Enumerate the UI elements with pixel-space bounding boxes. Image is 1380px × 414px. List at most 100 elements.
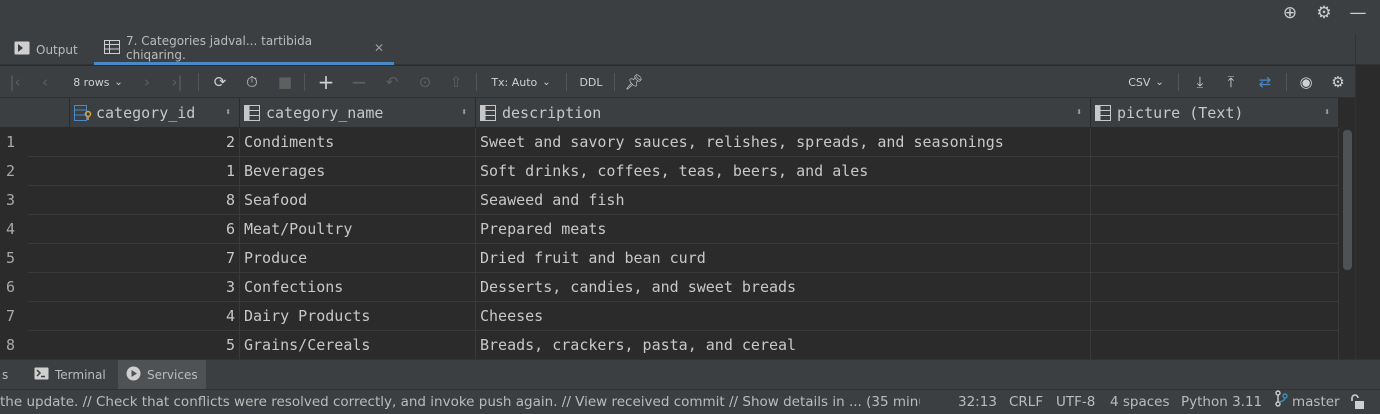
separator (614, 73, 615, 91)
cell-picture[interactable] (1091, 331, 1339, 359)
sort-icon[interactable]: ⬍ (1324, 107, 1330, 118)
gear-icon[interactable]: ⚙ (1327, 66, 1349, 98)
tool-tab-terminal[interactable]: Terminal (26, 360, 114, 390)
transaction-mode-dropdown[interactable]: Tx: Auto ⌄ (486, 66, 556, 98)
tab-label: Output (36, 42, 78, 57)
preview-changes-icon[interactable]: ⊙ (413, 66, 437, 98)
column-header-category-id[interactable]: category_id ⬍ (70, 98, 240, 128)
cell-category-id[interactable]: 4 (28, 302, 240, 331)
download-icon[interactable]: ⤓ (1189, 66, 1211, 98)
cell-picture[interactable] (1091, 244, 1339, 273)
cell-category-name[interactable]: Beverages (240, 157, 476, 186)
tab-label: 7. Categories jadval... tartibida chiqar… (126, 34, 313, 62)
view-icon[interactable]: ◉ (1295, 66, 1317, 98)
cell-picture[interactable] (1091, 302, 1339, 331)
cell-picture[interactable] (1091, 215, 1339, 244)
git-branch-widget[interactable]: master (1274, 389, 1340, 414)
ddl-button[interactable]: DDL (574, 66, 608, 98)
indent-setting[interactable]: 4 spaces (1110, 390, 1170, 414)
status-message[interactable]: the update. // Check that conflicts were… (0, 390, 920, 414)
row-number[interactable]: 5 (0, 244, 28, 273)
row-number[interactable]: 1 (0, 128, 28, 157)
row-number[interactable]: 2 (0, 157, 28, 186)
sort-icon[interactable]: ⬍ (461, 107, 467, 118)
close-icon[interactable]: ✕ (374, 41, 384, 55)
column-header-description[interactable]: description ⬍ (476, 98, 1091, 128)
table-icon (104, 39, 120, 57)
remove-row-icon[interactable]: − (348, 66, 370, 98)
separator (476, 73, 477, 91)
cell-category-id[interactable]: 6 (28, 215, 240, 244)
python-interpreter[interactable]: Python 3.11 (1181, 390, 1262, 414)
crosshair-icon[interactable]: ⊕ (1280, 3, 1300, 23)
scrollbar-thumb[interactable] (1343, 130, 1352, 270)
cell-category-name[interactable]: Meat/Poultry (240, 215, 476, 244)
file-encoding[interactable]: UTF-8 (1056, 390, 1095, 414)
revert-icon[interactable]: ↶ (381, 66, 403, 98)
cell-category-name[interactable]: Confections (240, 273, 476, 302)
cell-category-name[interactable]: Grains/Cereals (240, 331, 476, 359)
column-header-category-name[interactable]: category_name ⬍ (240, 98, 476, 128)
cell-description[interactable]: Prepared meats (476, 215, 1091, 244)
separator (566, 73, 567, 91)
line-separator[interactable]: CRLF (1009, 390, 1043, 414)
result-toolbar: |‹ ‹ 8 rows ⌄ › ›| ⟳ ⏱ ■ + − ↶ ⊙ ⇧ Tx: A… (0, 66, 1355, 98)
prev-page-icon[interactable]: ‹ (36, 66, 54, 98)
minimize-icon[interactable]: — (1348, 3, 1368, 23)
cell-description[interactable]: Sweet and savory sauces, relishes, sprea… (476, 128, 1091, 157)
add-row-icon[interactable]: + (315, 66, 337, 98)
refresh-icon[interactable]: ⟳ (210, 66, 230, 98)
tool-tab-truncated[interactable]: s (0, 360, 16, 390)
git-branch-icon (1274, 389, 1289, 414)
first-page-icon[interactable]: |‹ (6, 66, 24, 98)
cell-category-id[interactable]: 7 (28, 244, 240, 273)
rows-count-dropdown[interactable]: 8 rows ⌄ (66, 66, 130, 98)
row-number[interactable]: 6 (0, 273, 28, 302)
sort-icon[interactable]: ⬍ (225, 107, 231, 118)
row-number[interactable]: 8 (0, 331, 28, 359)
gear-icon[interactable]: ⚙ (1314, 3, 1334, 23)
cell-category-name[interactable]: Seafood (240, 186, 476, 215)
pin-icon[interactable]: 📌︎ (623, 66, 645, 98)
cell-description[interactable]: Cheeses (476, 302, 1091, 331)
upload-icon[interactable]: ⤒ (1220, 66, 1242, 98)
cell-category-name[interactable]: Condiments (240, 128, 476, 157)
cell-category-id[interactable]: 2 (28, 128, 240, 157)
cell-category-id[interactable]: 8 (28, 186, 240, 215)
row-number[interactable]: 3 (0, 186, 28, 215)
top-strip: ⊕ ⚙ — (0, 0, 1380, 34)
cell-category-id[interactable]: 5 (28, 331, 240, 359)
cell-category-id[interactable]: 3 (28, 273, 240, 302)
row-number[interactable]: 4 (0, 215, 28, 244)
caret-position[interactable]: 32:13 (958, 390, 997, 414)
cell-picture[interactable] (1091, 273, 1339, 302)
lock-icon[interactable] (1350, 390, 1366, 414)
cell-description[interactable]: Soft drinks, coffees, teas, beers, and a… (476, 157, 1091, 186)
cell-description[interactable]: Seaweed and fish (476, 186, 1091, 215)
cell-picture[interactable] (1091, 186, 1339, 215)
cell-picture[interactable] (1091, 157, 1339, 186)
stop-icon[interactable]: ■ (275, 66, 295, 98)
cell-category-name[interactable]: Dairy Products (240, 302, 476, 331)
last-page-icon[interactable]: ›| (166, 66, 188, 98)
compare-icon[interactable]: ⇄ (1252, 66, 1278, 98)
submit-icon[interactable]: ⇧ (445, 66, 467, 98)
cell-category-id[interactable]: 1 (28, 157, 240, 186)
sort-icon[interactable]: ⬍ (1076, 107, 1082, 118)
rows-count-label: 8 rows (73, 75, 110, 89)
export-format-dropdown[interactable]: CSV ⌄ (1124, 66, 1168, 98)
cell-picture[interactable] (1091, 128, 1339, 157)
next-page-icon[interactable]: › (138, 66, 156, 98)
column-icon (480, 104, 498, 121)
cell-description[interactable]: Desserts, candies, and sweet breads (476, 273, 1091, 302)
column-header-picture[interactable]: picture (Text) ⬍ (1091, 98, 1339, 128)
history-icon[interactable]: ⏱ (241, 66, 263, 98)
cell-description[interactable]: Breads, crackers, pasta, and cereal (476, 331, 1091, 359)
cell-category-name[interactable]: Produce (240, 244, 476, 273)
tab-output[interactable]: Output (4, 34, 88, 65)
row-number[interactable]: 7 (0, 302, 28, 331)
tool-tab-services[interactable]: Services (118, 360, 206, 390)
tab-query-result[interactable]: 7. Categories jadval... tartibida chiqar… (94, 34, 394, 65)
primary-key-column-icon (74, 104, 92, 121)
cell-description[interactable]: Dried fruit and bean curd (476, 244, 1091, 273)
